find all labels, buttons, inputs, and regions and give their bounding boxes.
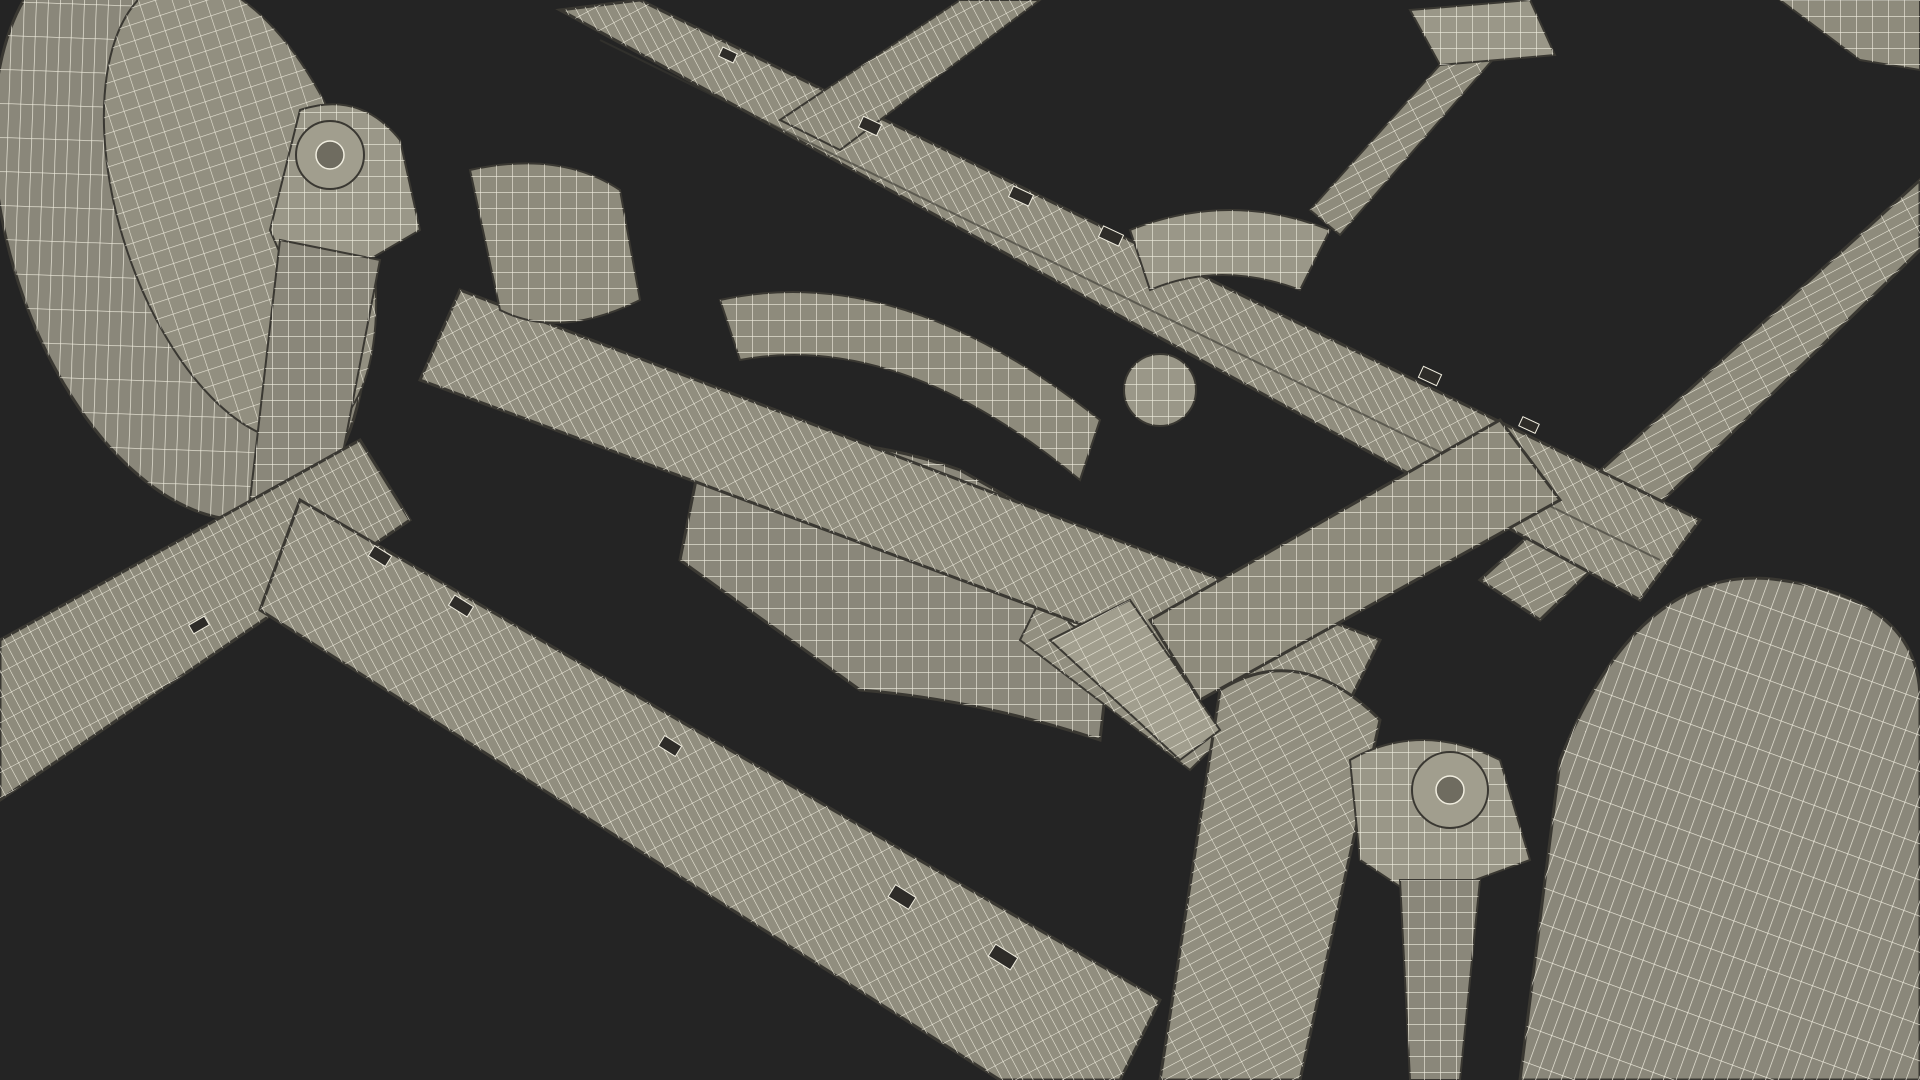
chassis-wireframe-render (0, 0, 1920, 1080)
right-tire (1518, 576, 1920, 1080)
left-shock-absorber (468, 162, 642, 324)
right-spring-mount (1348, 739, 1532, 902)
right-frame-rail (1477, 177, 1920, 622)
right-shock-absorber (1398, 879, 1482, 1080)
upper-cross-brace (1128, 209, 1332, 292)
top-cross-member (778, 0, 1042, 152)
front-driveshaft (1308, 0, 1557, 237)
wireframe-render-viewport (0, 0, 1920, 1080)
upper-right-bracket (1778, 0, 1920, 72)
